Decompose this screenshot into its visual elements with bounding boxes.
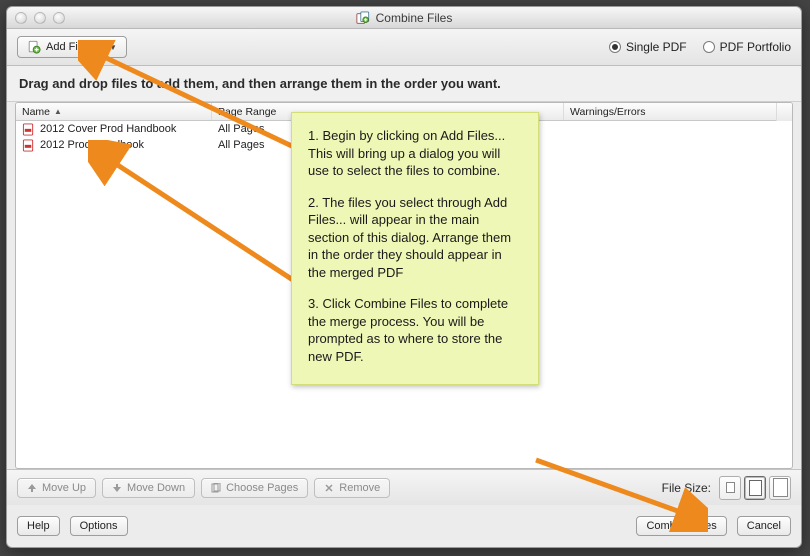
pdf-portfolio-label: PDF Portfolio: [720, 40, 791, 54]
file-range: All Pages: [218, 123, 264, 135]
radio-checked-icon: [609, 41, 621, 53]
arrow-down-icon: [112, 483, 122, 493]
add-files-plus-icon: [27, 40, 41, 54]
pdf-icon: [22, 139, 35, 152]
combine-files-icon: [356, 11, 370, 25]
pages-icon: [211, 483, 221, 493]
sort-indicator-icon: ▲: [54, 107, 62, 116]
callout-step-1: 1. Begin by clicking on Add Files... Thi…: [308, 127, 522, 180]
titlebar: Combine Files: [7, 7, 801, 29]
zoom-window-button[interactable]: [53, 12, 65, 24]
file-size-medium-button[interactable]: [744, 476, 766, 500]
add-files-button[interactable]: Add Files... ▼: [17, 36, 127, 58]
remove-x-icon: [324, 483, 334, 493]
minimize-window-button[interactable]: [34, 12, 46, 24]
chevron-down-icon: ▼: [109, 43, 117, 52]
page-medium-icon: [749, 480, 762, 496]
bottom-bar: Help Options Combine Files Cancel: [7, 505, 801, 547]
add-files-label: Add Files...: [46, 41, 101, 53]
single-pdf-label: Single PDF: [626, 40, 687, 54]
file-range: All Pages: [218, 139, 264, 151]
column-name[interactable]: Name ▲: [16, 103, 212, 120]
pdf-icon: [22, 123, 35, 136]
options-button[interactable]: Options: [70, 516, 128, 536]
window-controls: [15, 12, 65, 24]
callout-step-2: 2. The files you select through Add File…: [308, 194, 522, 282]
choose-pages-button[interactable]: Choose Pages: [201, 478, 308, 498]
file-size-small-button[interactable]: [719, 476, 741, 500]
instruction-text: Drag and drop files to add them, and the…: [7, 66, 801, 102]
toolbar: Add Files... ▼ Single PDF PDF Portfolio: [7, 29, 801, 66]
move-up-button[interactable]: Move Up: [17, 478, 96, 498]
annotation-callout: 1. Begin by clicking on Add Files... Thi…: [291, 112, 539, 385]
window-title: Combine Files: [376, 11, 453, 25]
page-small-icon: [726, 482, 735, 493]
file-size-large-button[interactable]: [769, 476, 791, 500]
file-size-icons: [719, 476, 791, 500]
column-warnings[interactable]: Warnings/Errors: [564, 103, 792, 120]
radio-unchecked-icon: [703, 41, 715, 53]
file-name: 2012 Prod Handbook: [40, 139, 144, 151]
arrow-up-icon: [27, 483, 37, 493]
move-down-button[interactable]: Move Down: [102, 478, 195, 498]
close-window-button[interactable]: [15, 12, 27, 24]
pdf-portfolio-radio[interactable]: PDF Portfolio: [703, 40, 791, 54]
scroll-corner: [776, 103, 792, 121]
output-type-group: Single PDF PDF Portfolio: [609, 40, 791, 54]
remove-button[interactable]: Remove: [314, 478, 390, 498]
lower-toolbar: Move Up Move Down Choose Pages Remove Fi…: [7, 469, 801, 505]
callout-step-3: 3. Click Combine Files to complete the m…: [308, 295, 522, 365]
page-large-icon: [773, 478, 788, 497]
combine-files-button[interactable]: Combine Files: [636, 516, 726, 536]
file-size-label: File Size:: [662, 481, 711, 495]
cancel-button[interactable]: Cancel: [737, 516, 791, 536]
single-pdf-radio[interactable]: Single PDF: [609, 40, 687, 54]
help-button[interactable]: Help: [17, 516, 60, 536]
file-name: 2012 Cover Prod Handbook: [40, 123, 176, 135]
